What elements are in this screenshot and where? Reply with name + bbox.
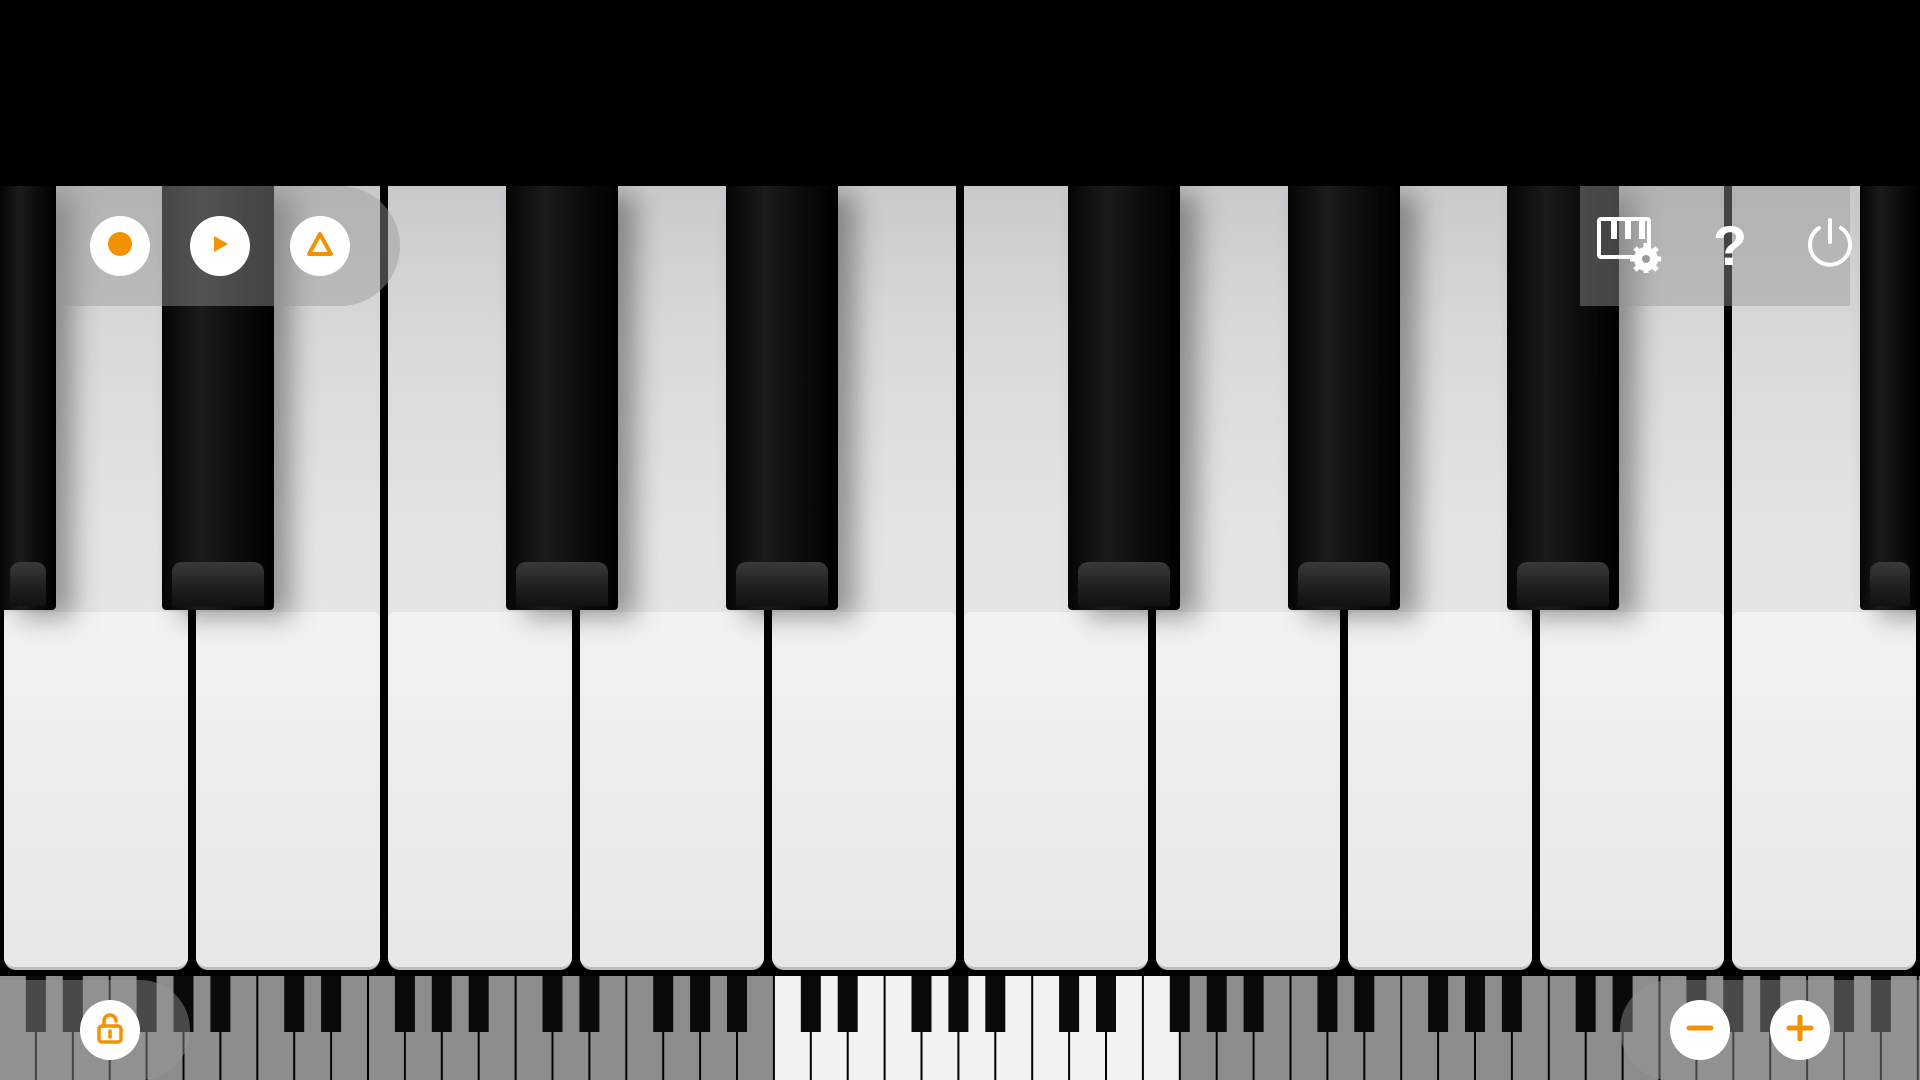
- white-key-front: [772, 612, 956, 967]
- mini-black-key: [727, 976, 747, 1032]
- black-key-cap: [10, 562, 46, 606]
- black-key-cap: [1298, 562, 1390, 606]
- mini-black-key: [321, 976, 342, 1032]
- mini-black-key: [985, 976, 1006, 1032]
- mini-black-key: [1243, 976, 1264, 1032]
- white-key-front: [196, 612, 380, 967]
- mini-black-key: [948, 976, 969, 1032]
- mini-black-key: [431, 976, 452, 1032]
- mini-black-key: [468, 976, 489, 1032]
- help-button[interactable]: ?: [1697, 212, 1763, 278]
- black-key[interactable]: [506, 186, 618, 610]
- power-button[interactable]: [1797, 212, 1863, 278]
- white-key-front: [1156, 612, 1340, 967]
- lock-button[interactable]: [80, 1000, 140, 1060]
- mini-black-key: [1501, 976, 1522, 1032]
- mini-black-key: [1059, 976, 1080, 1032]
- zoom-in-button[interactable]: [1770, 1000, 1830, 1060]
- mini-black-key: [1096, 976, 1116, 1032]
- black-key-cap: [1870, 562, 1910, 606]
- mini-black-key: [542, 976, 563, 1032]
- power-icon: [1803, 216, 1857, 275]
- piano-app: ?: [0, 0, 1920, 1080]
- help-label: ?: [1712, 213, 1748, 277]
- mini-black-key: [1317, 976, 1338, 1032]
- white-key-front: [580, 612, 764, 967]
- mini-black-key: [579, 976, 600, 1032]
- white-key-front: [1348, 612, 1532, 967]
- mini-black-key: [1465, 976, 1485, 1032]
- black-key-cap: [172, 562, 264, 606]
- keyboard-settings-button[interactable]: [1595, 212, 1662, 278]
- play-icon: [209, 233, 231, 260]
- black-key[interactable]: [1860, 186, 1920, 610]
- top-black-bar: [0, 0, 1920, 186]
- black-key[interactable]: [0, 186, 56, 610]
- plus-icon: [1786, 1014, 1814, 1047]
- mini-black-key: [1354, 976, 1375, 1032]
- triangle-icon: [306, 230, 334, 263]
- mini-black-key: [284, 976, 305, 1032]
- white-key-front: [388, 612, 572, 967]
- mini-black-key: [394, 976, 415, 1032]
- black-key-cap: [736, 562, 828, 606]
- white-key-front: [964, 612, 1148, 967]
- mini-black-key: [210, 976, 231, 1032]
- black-key-cap: [1517, 562, 1609, 606]
- unlock-icon: [96, 1012, 124, 1049]
- black-key-cap: [516, 562, 608, 606]
- white-key-front: [1732, 612, 1916, 967]
- mini-black-key: [690, 976, 711, 1032]
- black-key-cap: [1078, 562, 1170, 606]
- mini-black-key: [911, 976, 932, 1032]
- zoom-out-button[interactable]: [1670, 1000, 1730, 1060]
- white-key-front: [1540, 612, 1724, 967]
- mini-black-key: [1206, 976, 1227, 1032]
- mini-black-key: [800, 976, 821, 1032]
- mini-black-key: [1428, 976, 1449, 1032]
- mini-black-key: [1575, 976, 1596, 1032]
- keyboard-settings-icon: [1595, 213, 1662, 278]
- play-button[interactable]: [190, 216, 250, 276]
- white-key-front: [4, 612, 188, 967]
- minus-icon: [1686, 1014, 1714, 1047]
- mini-black-key: [837, 976, 858, 1032]
- mini-black-key: [653, 976, 674, 1032]
- metronome-button[interactable]: [290, 216, 350, 276]
- black-key[interactable]: [1068, 186, 1180, 610]
- mini-black-key: [1169, 976, 1190, 1032]
- black-key[interactable]: [1288, 186, 1400, 610]
- record-icon: [107, 231, 133, 262]
- black-key[interactable]: [726, 186, 838, 610]
- record-button[interactable]: [90, 216, 150, 276]
